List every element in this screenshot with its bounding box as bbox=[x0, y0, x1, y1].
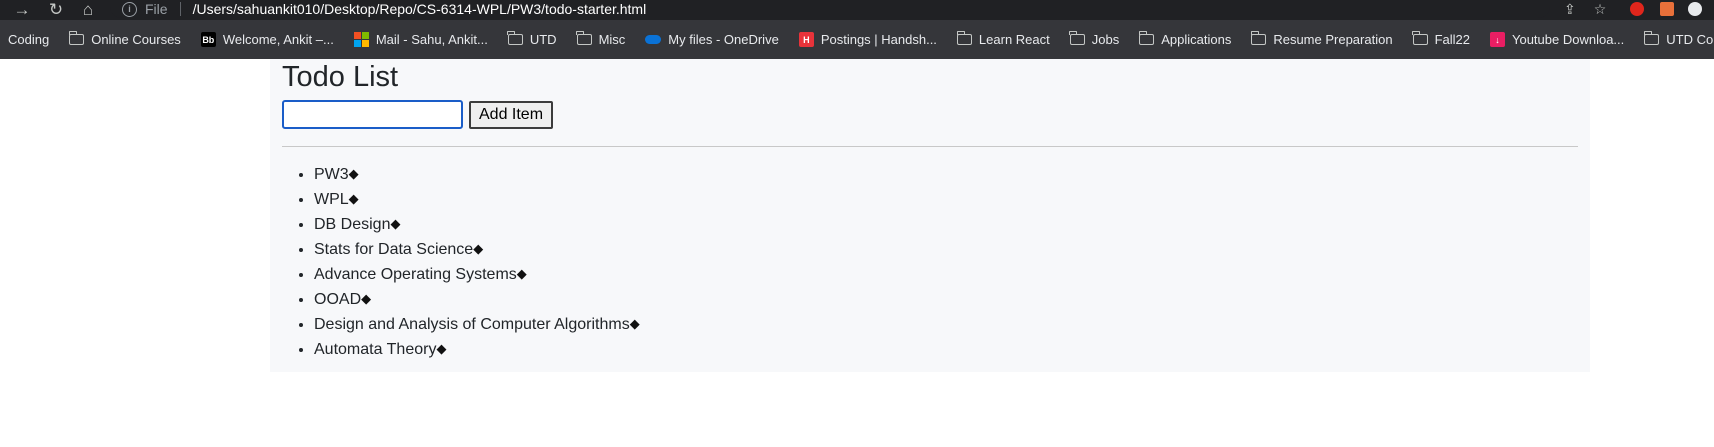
folder-icon bbox=[956, 31, 972, 45]
todo-input[interactable] bbox=[282, 100, 463, 129]
eraser-icon[interactable]: ◆ bbox=[349, 187, 359, 211]
profile-avatar[interactable] bbox=[1688, 2, 1703, 16]
bookmark-label: Postings | Handsh... bbox=[820, 32, 937, 47]
bookmark-item[interactable]: UTD bbox=[507, 31, 557, 47]
bookmark-label: Learn React bbox=[978, 32, 1050, 47]
bookmark-item[interactable]: Misc bbox=[576, 31, 626, 47]
home-icon[interactable]: ⌂ bbox=[76, 0, 100, 18]
todo-item-text: OOAD bbox=[314, 291, 362, 308]
browser-toolbar: → ↻ ⌂ i File /Users/sahuankit010/Desktop… bbox=[0, 0, 1714, 20]
handshake-icon: H bbox=[798, 32, 814, 47]
todo-item-text: Advance Operating Systems bbox=[314, 266, 517, 283]
folder-icon bbox=[576, 31, 592, 45]
todo-item: Design and Analysis of Computer Algorith… bbox=[314, 312, 640, 337]
todo-item-text: WPL bbox=[314, 191, 349, 208]
bookmark-label: UTD bbox=[529, 32, 557, 47]
bookmark-item[interactable]: Fall22 bbox=[1412, 31, 1470, 47]
eraser-icon[interactable]: ◆ bbox=[349, 162, 359, 186]
forward-arrow-icon[interactable]: → bbox=[10, 0, 34, 18]
bookmark-item[interactable]: Applications bbox=[1138, 31, 1232, 47]
bookmark-label: Coding bbox=[8, 32, 50, 47]
blackboard-icon: Bb bbox=[200, 32, 216, 47]
scheme-label: File bbox=[145, 1, 168, 17]
download-icon: ↓ bbox=[1489, 32, 1505, 47]
todo-item: OOAD◆ bbox=[314, 287, 640, 312]
eraser-icon[interactable]: ◆ bbox=[361, 287, 371, 311]
onedrive-icon bbox=[645, 35, 662, 44]
eraser-icon[interactable]: ◆ bbox=[517, 262, 527, 286]
toolbar-right-icons: ⇪ ☆ bbox=[1564, 0, 1703, 18]
bookmark-item[interactable]: Online Courses bbox=[68, 31, 181, 47]
bookmark-item[interactable]: ↓ Youtube Downloa... bbox=[1489, 32, 1625, 47]
bookmark-label: Resume Preparation bbox=[1273, 32, 1393, 47]
url-text[interactable]: /Users/sahuankit010/Desktop/Repo/CS-6314… bbox=[193, 1, 647, 17]
bookmark-label: UTD Courses bbox=[1666, 32, 1714, 47]
bookmark-label: Welcome, Ankit –... bbox=[222, 32, 334, 47]
folder-icon bbox=[1412, 31, 1428, 45]
todo-item: Automata Theory◆ bbox=[314, 337, 640, 362]
bookmark-item[interactable]: Learn React bbox=[956, 31, 1050, 47]
todo-item: PW3◆ bbox=[314, 162, 640, 187]
bookmark-item[interactable]: H Postings | Handsh... bbox=[798, 32, 937, 47]
bookmark-star-icon[interactable]: ☆ bbox=[1594, 1, 1607, 18]
bookmark-item[interactable]: Mail - Sahu, Ankit... bbox=[353, 32, 488, 47]
todo-item: DB Design◆ bbox=[314, 212, 640, 237]
address-bar[interactable]: i File /Users/sahuankit010/Desktop/Repo/… bbox=[110, 0, 1550, 18]
divider bbox=[282, 146, 1578, 147]
info-icon[interactable]: i bbox=[122, 1, 137, 17]
folder-icon bbox=[68, 31, 85, 45]
todo-item-text: Design and Analysis of Computer Algorith… bbox=[314, 316, 630, 333]
omnibox-separator bbox=[179, 2, 181, 16]
todo-list: PW3◆WPL◆DB Design◆Stats for Data Science… bbox=[282, 162, 640, 362]
todo-item-text: PW3 bbox=[314, 166, 349, 183]
folder-icon bbox=[1643, 31, 1660, 45]
bookmark-item[interactable]: My files - OneDrive bbox=[645, 32, 779, 47]
add-item-button[interactable]: Add Item bbox=[469, 101, 554, 129]
todo-container: Todo List Add Item PW3◆WPL◆DB Design◆Sta… bbox=[270, 59, 1590, 372]
folder-icon bbox=[1138, 31, 1155, 45]
bookmark-label: Youtube Downloa... bbox=[1511, 32, 1625, 47]
bookmark-label: Online Courses bbox=[91, 32, 181, 47]
bookmarks-bar: Coding Online Courses Bb Welcome, Ankit … bbox=[0, 20, 1714, 59]
eraser-icon[interactable]: ◆ bbox=[630, 312, 640, 336]
share-icon[interactable]: ⇪ bbox=[1564, 1, 1576, 18]
microsoft-icon bbox=[353, 32, 369, 47]
todo-item: Stats for Data Science◆ bbox=[314, 237, 640, 262]
bookmark-item[interactable]: UTD Courses bbox=[1643, 31, 1714, 47]
bookmark-item[interactable]: Jobs bbox=[1069, 31, 1120, 47]
bookmark-label: Jobs bbox=[1091, 32, 1120, 47]
todo-item: WPL◆ bbox=[314, 187, 640, 212]
bookmark-item[interactable]: Coding bbox=[8, 32, 49, 47]
bookmark-label: Misc bbox=[598, 32, 626, 47]
page-title: Todo List bbox=[282, 61, 399, 93]
bookmark-label: Fall22 bbox=[1434, 32, 1470, 47]
eraser-icon[interactable]: ◆ bbox=[390, 212, 400, 236]
folder-icon bbox=[1069, 31, 1085, 45]
folder-icon bbox=[507, 31, 523, 45]
bookmark-label: My files - OneDrive bbox=[668, 32, 779, 47]
eraser-icon[interactable]: ◆ bbox=[436, 337, 446, 361]
bookmark-item[interactable]: Bb Welcome, Ankit –... bbox=[200, 32, 334, 47]
eraser-icon[interactable]: ◆ bbox=[473, 237, 483, 261]
extension-lh-icon[interactable] bbox=[1660, 2, 1675, 16]
reload-icon[interactable]: ↻ bbox=[44, 0, 68, 18]
todo-item-text: Stats for Data Science bbox=[314, 241, 474, 258]
folder-icon bbox=[1250, 31, 1267, 45]
bookmark-item[interactable]: Resume Preparation bbox=[1250, 31, 1393, 47]
extension-red-icon[interactable] bbox=[1630, 2, 1645, 16]
bookmark-label: Mail - Sahu, Ankit... bbox=[375, 32, 488, 47]
todo-item-text: DB Design bbox=[314, 216, 391, 233]
bookmark-label: Applications bbox=[1161, 32, 1232, 47]
todo-item-text: Automata Theory bbox=[314, 341, 437, 358]
todo-item: Advance Operating Systems◆ bbox=[314, 262, 640, 287]
